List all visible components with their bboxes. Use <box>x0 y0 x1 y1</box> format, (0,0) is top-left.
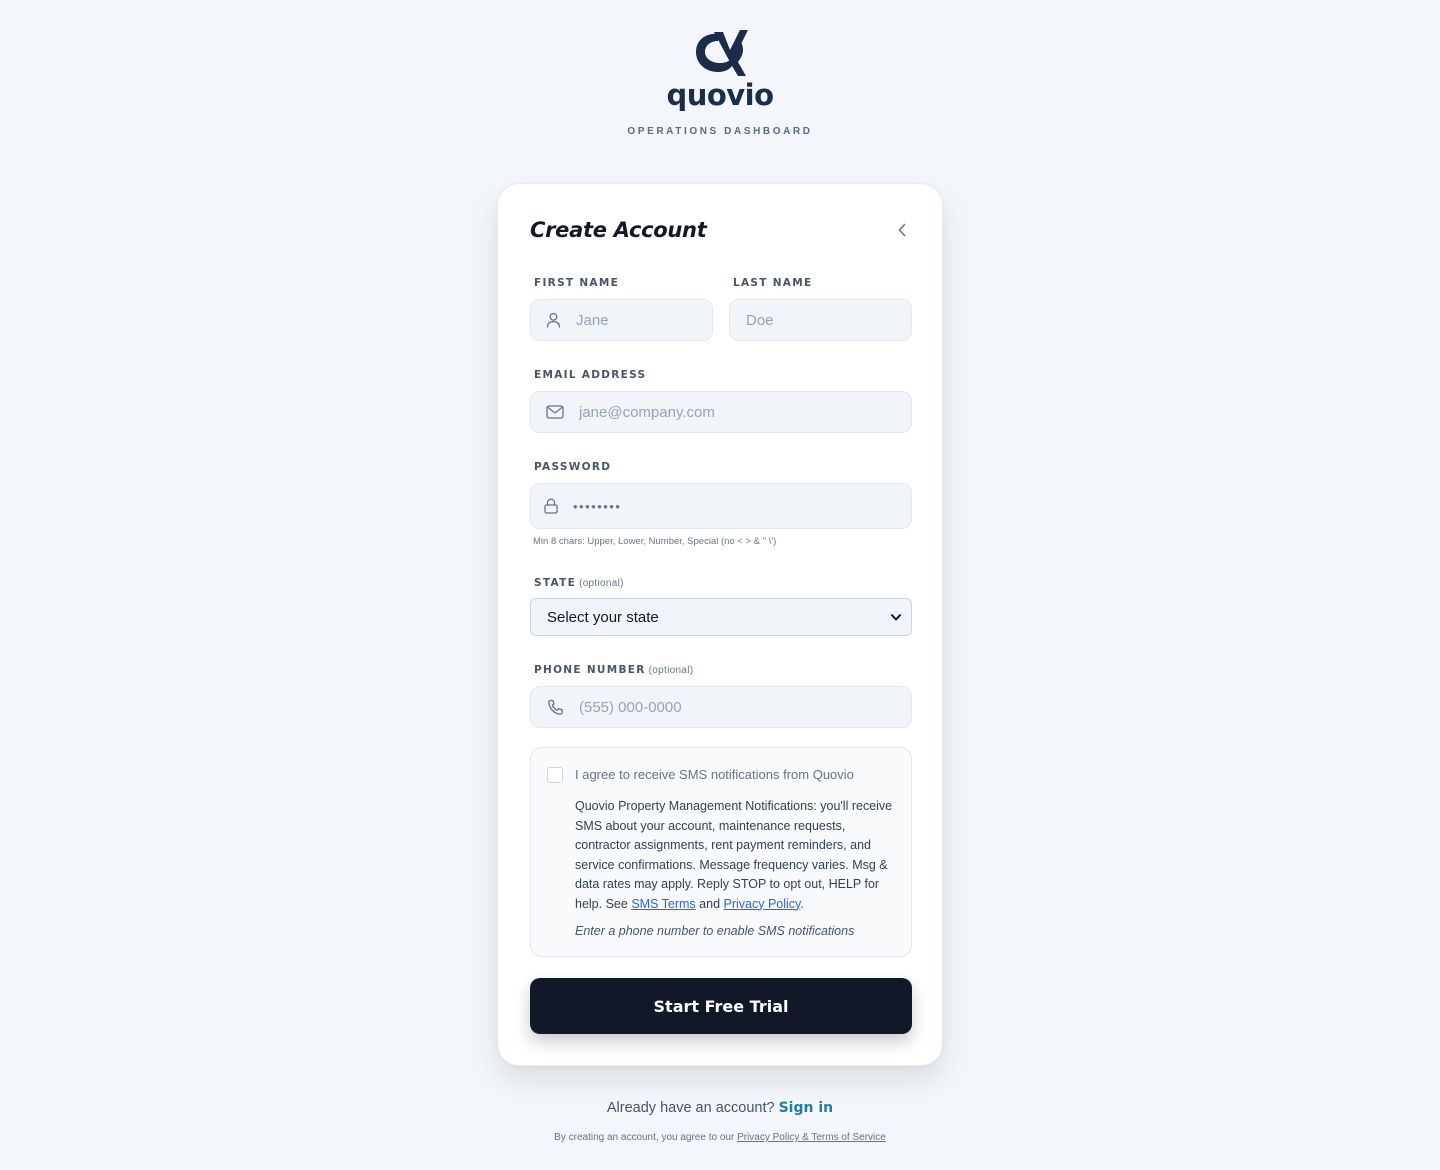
legal-notice: By creating an account, you agree to our… <box>0 1132 1440 1143</box>
first-name-label: FIRST NAME <box>534 277 620 289</box>
password-label: PASSWORD <box>534 461 612 473</box>
state-optional-text: (optional) <box>579 578 624 589</box>
phone-icon <box>546 698 564 716</box>
brand-header: quovio OPERATIONS DASHBOARD <box>0 28 1440 137</box>
state-select[interactable]: Select your state <box>530 598 912 636</box>
state-selected-value: Select your state <box>547 608 659 626</box>
first-name-field[interactable] <box>530 299 775 341</box>
sms-consent-note: Enter a phone number to enable SMS notif… <box>575 924 855 938</box>
privacy-terms-link[interactable]: Privacy Policy & Terms of Service <box>737 1132 886 1143</box>
last-name-field[interactable] <box>729 299 945 341</box>
last-name-label: LAST NAME <box>733 277 813 289</box>
last-name-input[interactable] <box>746 300 945 340</box>
quovio-logo-icon <box>696 30 748 76</box>
email-label: EMAIL ADDRESS <box>534 369 647 381</box>
sms-privacy-link[interactable]: Privacy Policy <box>724 897 801 911</box>
sign-in-prompt: Already have an account? Sign in <box>0 1100 1440 1116</box>
brand-name: quovio <box>666 78 774 112</box>
phone-field[interactable] <box>530 686 912 728</box>
email-field[interactable] <box>530 391 912 433</box>
sms-period: . <box>800 896 804 911</box>
phone-optional-text: (optional) <box>648 665 694 676</box>
chevron-down-icon <box>891 613 901 620</box>
sign-in-link[interactable]: Sign in <box>779 1100 834 1116</box>
sms-body-text: Quovio Property Management Notifications… <box>575 799 893 911</box>
password-field[interactable]: •••••••• <box>530 483 912 529</box>
phone-label-text: PHONE NUMBER <box>534 664 646 676</box>
legal-text: By creating an account, you agree to our <box>554 1132 735 1143</box>
email-input[interactable] <box>579 392 911 432</box>
back-button[interactable] <box>892 220 912 240</box>
sms-and-text: and <box>699 896 721 911</box>
sms-consent-box: I agree to receive SMS notifications fro… <box>530 747 912 957</box>
start-free-trial-button[interactable]: Start Free Trial <box>530 978 912 1034</box>
state-label-text: STATE <box>534 577 577 589</box>
chevron-left-icon <box>898 223 906 237</box>
sms-consent-checkbox[interactable] <box>547 767 563 783</box>
brand-subtitle: OPERATIONS DASHBOARD <box>627 126 813 137</box>
sms-terms-link[interactable]: SMS Terms <box>631 897 695 911</box>
lock-icon <box>542 497 560 515</box>
signup-card: Create Account FIRST NAME LAST NAME EMAI… <box>497 183 945 1066</box>
phone-label: PHONE NUMBER (optional) <box>534 664 693 676</box>
already-account-text: Already have an account? <box>606 1100 775 1116</box>
password-value[interactable]: •••••••• <box>573 499 621 514</box>
sms-consent-text: Quovio Property Management Notifications… <box>575 797 901 914</box>
phone-input[interactable] <box>579 687 911 727</box>
password-hint: Min 8 chars: Upper, Lower, Number, Speci… <box>533 536 777 547</box>
sms-consent-label[interactable]: I agree to receive SMS notifications fro… <box>575 767 854 782</box>
state-label: STATE (optional) <box>534 577 624 589</box>
page-title: Create Account <box>530 218 707 242</box>
mail-icon <box>546 403 564 421</box>
user-icon <box>546 311 561 329</box>
